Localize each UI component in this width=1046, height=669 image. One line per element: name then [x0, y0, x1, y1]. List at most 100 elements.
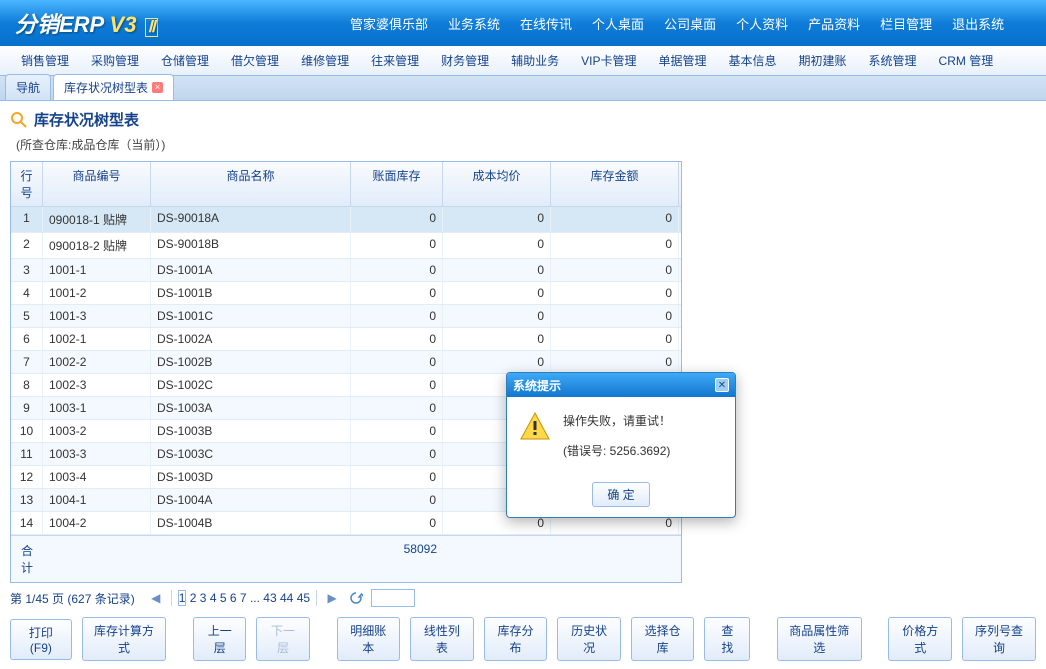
cell: 1001-2: [43, 282, 151, 304]
main-menu-item[interactable]: VIP卡管理: [570, 52, 647, 69]
ok-button[interactable]: 确 定: [592, 482, 649, 507]
header-menu-item[interactable]: 业务系统: [438, 8, 510, 39]
table-row[interactable]: 1090018-1 贴牌DS-90018A000: [11, 207, 681, 233]
toolbar-button[interactable]: 库存分布: [484, 617, 548, 661]
pager-page[interactable]: 1: [178, 590, 187, 606]
cell: 0: [443, 282, 551, 304]
toolbar-button[interactable]: 打印(F9): [10, 619, 72, 660]
main-menu-item[interactable]: 借欠管理: [220, 52, 290, 69]
bottom-toolbar: 打印(F9)库存计算方式上一层下一层明细账本线性列表库存分布历史状况选择仓库查 …: [10, 617, 1036, 661]
header-menu-item[interactable]: 个人桌面: [582, 8, 654, 39]
pager-page[interactable]: 3: [200, 591, 207, 605]
main-menu-item[interactable]: 维修管理: [290, 52, 360, 69]
cell: 1002-2: [43, 351, 151, 373]
cell: DS-1002A: [151, 328, 351, 350]
header-menu-item[interactable]: 产品资料: [798, 8, 870, 39]
table-row[interactable]: 71002-2DS-1002B000: [11, 351, 681, 374]
main-menu-item[interactable]: CRM 管理: [928, 52, 1005, 69]
header-menu-item[interactable]: 退出系统: [942, 8, 1014, 39]
cell: DS-90018A: [151, 207, 351, 232]
pager-page[interactable]: 2: [190, 591, 197, 605]
main-menu-item[interactable]: 单据管理: [647, 52, 717, 69]
toolbar-button[interactable]: 历史状况: [557, 617, 621, 661]
dialog-header[interactable]: 系统提示 ✕: [507, 373, 735, 397]
cell: 0: [351, 282, 443, 304]
cell: 0: [551, 282, 679, 304]
col-qty[interactable]: 账面库存: [351, 162, 443, 206]
cell: 0: [351, 512, 443, 534]
cell: 10: [11, 420, 43, 442]
cell: 0: [551, 328, 679, 350]
toolbar-button[interactable]: 库存计算方式: [82, 617, 166, 661]
toolbar-button[interactable]: 选择仓库: [631, 617, 695, 661]
table-row[interactable]: 51001-3DS-1001C000: [11, 305, 681, 328]
toolbar-button[interactable]: 上一层: [193, 617, 246, 661]
table-row[interactable]: 31001-1DS-1001A000: [11, 259, 681, 282]
pager-page[interactable]: 4: [210, 591, 217, 605]
main-menu-item[interactable]: 基本信息: [717, 52, 787, 69]
pager-page[interactable]: 45: [297, 591, 310, 605]
tab-bar: 导航库存状况树型表 ×: [0, 76, 1046, 101]
cell: DS-90018B: [151, 233, 351, 258]
cell: 4: [11, 282, 43, 304]
app-logo: 分销ERP V3 Ⅱ: [0, 7, 220, 39]
cell: 0: [443, 305, 551, 327]
tab[interactable]: 库存状况树型表 ×: [53, 74, 174, 100]
header-menu-item[interactable]: 栏目管理: [870, 8, 942, 39]
toolbar-button[interactable]: 明细账本: [337, 617, 401, 661]
main-menu-item[interactable]: 辅助业务: [500, 52, 570, 69]
tab[interactable]: 导航: [5, 74, 51, 100]
main-menu-item[interactable]: 仓储管理: [150, 52, 220, 69]
pager-page[interactable]: 6: [230, 591, 237, 605]
tab-label: 库存状况树型表: [64, 79, 148, 96]
toolbar-button[interactable]: 价格方式: [888, 617, 952, 661]
toolbar-button[interactable]: 商品属性筛选: [777, 617, 861, 661]
cell: 3: [11, 259, 43, 281]
cell: 1003-2: [43, 420, 151, 442]
col-price[interactable]: 成本均价: [443, 162, 551, 206]
cell: 0: [351, 466, 443, 488]
cell: 1004-1: [43, 489, 151, 511]
cell: 1002-3: [43, 374, 151, 396]
pager-prev[interactable]: ◀: [147, 589, 165, 607]
table-row[interactable]: 41001-2DS-1001B000: [11, 282, 681, 305]
pager-goto-input[interactable]: [371, 589, 415, 607]
footer-qty: 58092: [351, 536, 443, 582]
pager-next[interactable]: ▶: [323, 589, 341, 607]
pager-page[interactable]: 43: [263, 591, 276, 605]
pager-refresh-icon[interactable]: [347, 589, 365, 607]
pager-page[interactable]: 44: [280, 591, 293, 605]
cell: 0: [551, 233, 679, 258]
col-rownum[interactable]: 行号: [11, 162, 43, 206]
pager-page[interactable]: 5: [220, 591, 227, 605]
pager-page: ...: [250, 591, 260, 605]
toolbar-button[interactable]: 线性列表: [410, 617, 474, 661]
table-row[interactable]: 61002-1DS-1002A000: [11, 328, 681, 351]
col-name[interactable]: 商品名称: [151, 162, 351, 206]
tab-close-icon[interactable]: ×: [152, 82, 163, 93]
app-header: 分销ERP V3 Ⅱ 管家婆俱乐部业务系统在线传讯个人桌面公司桌面个人资料产品资…: [0, 0, 1046, 46]
main-menu-item[interactable]: 财务管理: [430, 52, 500, 69]
cell: 0: [551, 259, 679, 281]
cell: DS-1003A: [151, 397, 351, 419]
main-menu-item[interactable]: 销售管理: [10, 52, 80, 69]
main-menu-item[interactable]: 系统管理: [858, 52, 928, 69]
pager-page[interactable]: 7: [240, 591, 247, 605]
col-code[interactable]: 商品编号: [43, 162, 151, 206]
col-amount[interactable]: 库存金额: [551, 162, 679, 206]
main-menu-item[interactable]: 采购管理: [80, 52, 150, 69]
main-menu-item[interactable]: 往来管理: [360, 52, 430, 69]
cell: 0: [351, 420, 443, 442]
header-menu-item[interactable]: 管家婆俱乐部: [340, 8, 438, 39]
main-menu-item[interactable]: 期初建账: [788, 52, 858, 69]
header-menu-item[interactable]: 在线传讯: [510, 8, 582, 39]
toolbar-button[interactable]: 查 找: [704, 617, 750, 661]
logo-edition: Ⅱ: [145, 18, 159, 37]
logo-main: 分销ERP: [15, 12, 103, 37]
header-menu-item[interactable]: 公司桌面: [654, 8, 726, 39]
cell: DS-1003D: [151, 466, 351, 488]
close-icon[interactable]: ✕: [715, 378, 729, 392]
header-menu-item[interactable]: 个人资料: [726, 8, 798, 39]
table-row[interactable]: 2090018-2 贴牌DS-90018B000: [11, 233, 681, 259]
toolbar-button[interactable]: 序列号查询: [962, 617, 1036, 661]
